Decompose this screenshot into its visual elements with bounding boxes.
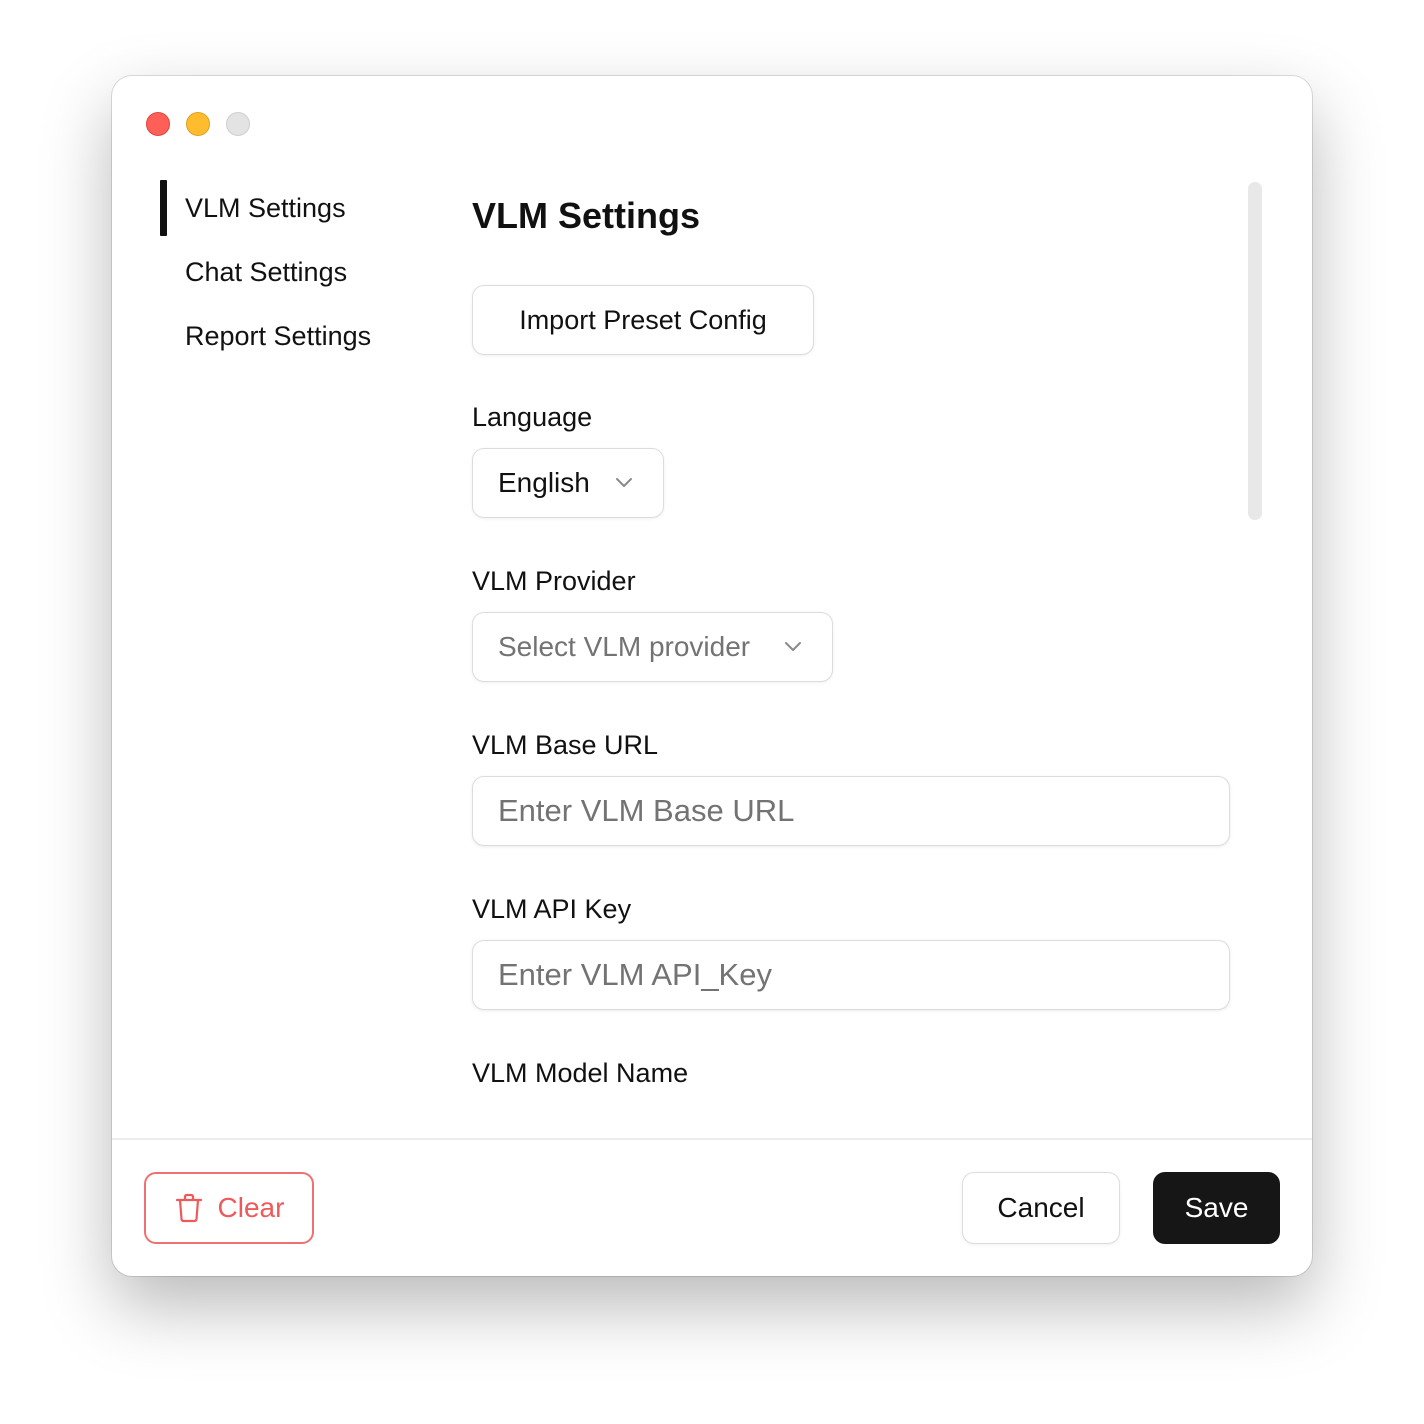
window-controls [146, 112, 250, 136]
vlm-provider-label: VLM Provider [472, 566, 636, 596]
zoom-window-button[interactable] [226, 112, 250, 136]
vlm-provider-placeholder: Select VLM provider [498, 631, 751, 662]
sidebar-item-vlm-settings[interactable]: VLM Settings [160, 180, 440, 236]
vlm-base-url-label: VLM Base URL [472, 730, 659, 760]
trash-icon [175, 1193, 202, 1223]
clear-button[interactable]: Clear [144, 1172, 314, 1244]
settings-window: VLM Settings Chat Settings Report Settin… [112, 76, 1312, 1276]
save-button[interactable]: Save [1153, 1172, 1280, 1244]
vlm-provider-select[interactable]: Select VLM provider [472, 612, 833, 682]
language-select[interactable]: English [472, 448, 664, 518]
settings-content: VLM Settings Import Preset Config Langua… [472, 180, 1232, 1088]
chevron-down-icon [616, 478, 632, 487]
import-preset-config-button[interactable]: Import Preset Config [472, 285, 814, 355]
vlm-api-key-label: VLM API Key [472, 894, 632, 924]
content-scrollbar[interactable] [1248, 182, 1262, 520]
clear-button-label: Clear [217, 1192, 285, 1223]
sidebar-item-report-settings[interactable]: Report Settings [160, 308, 440, 364]
cancel-button[interactable]: Cancel [962, 1172, 1120, 1244]
settings-sidebar: VLM Settings Chat Settings Report Settin… [160, 180, 440, 372]
chevron-down-icon [785, 642, 801, 651]
language-label: Language [472, 402, 593, 432]
vlm-api-key-input[interactable] [472, 940, 1230, 1010]
page-title: VLM Settings [472, 195, 701, 236]
sidebar-item-chat-settings[interactable]: Chat Settings [160, 244, 440, 300]
vlm-base-url-input[interactable] [472, 776, 1230, 846]
close-window-button[interactable] [146, 112, 170, 136]
language-value: English [498, 467, 590, 498]
vlm-model-name-label: VLM Model Name [472, 1058, 689, 1088]
footer-divider [112, 1138, 1312, 1140]
minimize-window-button[interactable] [186, 112, 210, 136]
